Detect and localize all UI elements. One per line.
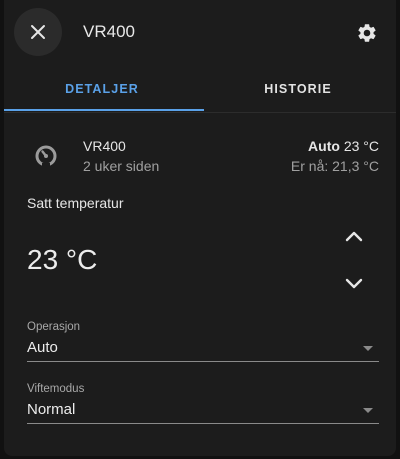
setpoint-label: Satt temperatur: [27, 195, 124, 211]
operation-label: Operasjon: [27, 321, 81, 333]
close-icon: [31, 25, 45, 39]
dialog-title: VR400: [83, 22, 135, 41]
operation-select[interactable]: Operasjon Auto: [27, 321, 379, 362]
hvac-mode: Auto: [308, 138, 340, 154]
fan-mode-value: Normal: [27, 401, 76, 418]
operation-value: Auto: [27, 339, 58, 356]
chevron-down-icon: [345, 278, 363, 289]
gear-icon: [358, 24, 376, 42]
current-temperature: Er nå: 21,3 °C: [290, 158, 379, 174]
fan-mode-select[interactable]: Viftemodus Normal: [27, 383, 379, 424]
chevron-up-icon: [345, 231, 363, 242]
dropdown-arrow-icon: [363, 346, 373, 351]
target-temperature: 23 °C: [343, 138, 379, 154]
close-button[interactable]: [14, 8, 62, 56]
thermostat-icon: [35, 145, 57, 167]
fan-mode-label: Viftemodus: [27, 383, 85, 395]
tab-history[interactable]: HISTORIE: [200, 66, 396, 112]
settings-button[interactable]: [350, 16, 384, 50]
last-changed: 2 uker siden: [83, 158, 160, 174]
entity-row: VR400 2 uker siden Auto 23 °C Er nå: 21,…: [4, 130, 396, 180]
dropdown-arrow-icon: [363, 408, 373, 413]
tab-details[interactable]: DETALJER: [4, 66, 200, 112]
entity-state: Auto 23 °C: [308, 138, 379, 154]
setpoint-value: 23 °C: [27, 244, 98, 275]
increase-temperature-button[interactable]: [338, 220, 370, 252]
more-info-dialog: VR400 DETALJER HISTORIE VR400 2 uker sid…: [4, 0, 396, 456]
tab-bar: DETALJER HISTORIE: [4, 66, 396, 113]
entity-name: VR400: [83, 138, 126, 154]
dialog-header: VR400: [4, 0, 396, 66]
decrease-temperature-button[interactable]: [338, 268, 370, 300]
active-tab-indicator: [4, 109, 204, 111]
